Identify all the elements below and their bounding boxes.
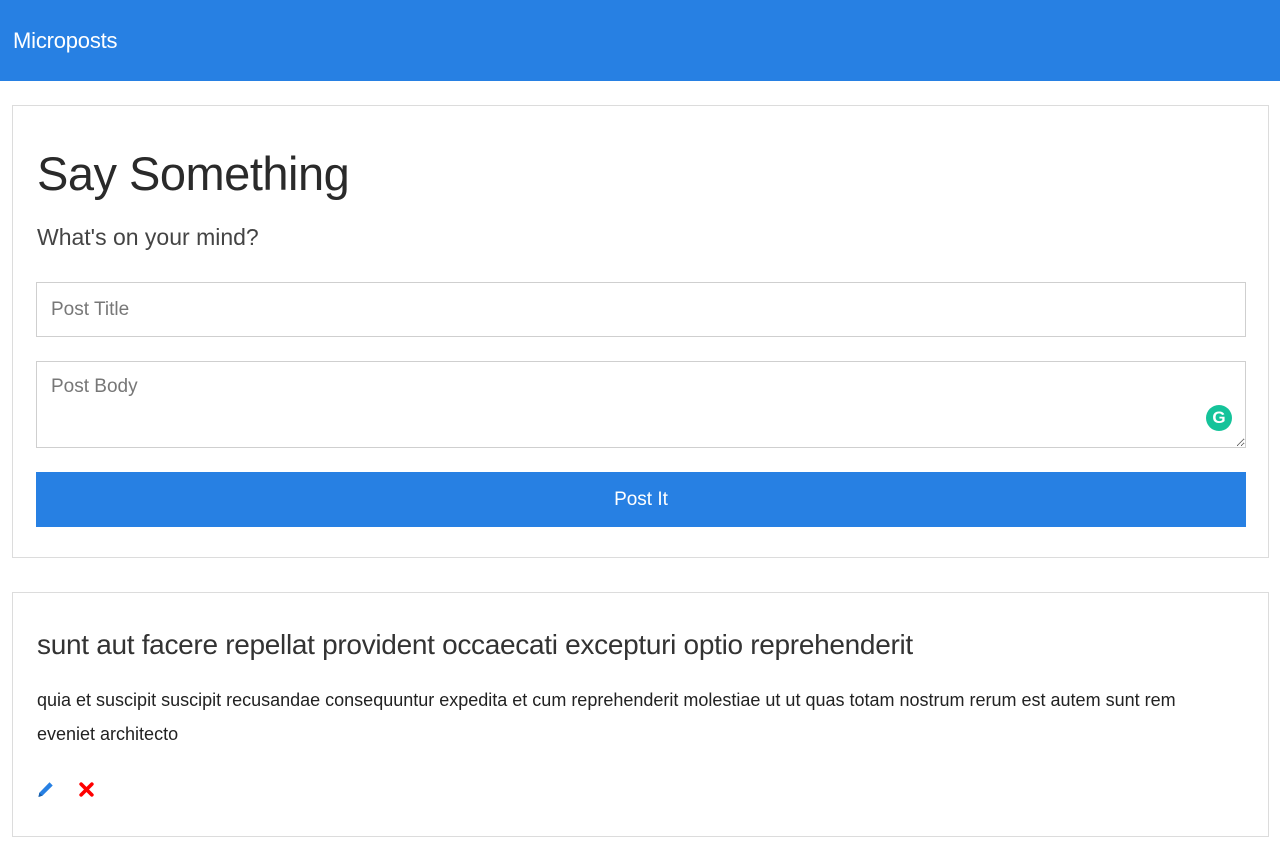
brand-link[interactable]: Microposts bbox=[13, 28, 118, 54]
form-subheading: What's on your mind? bbox=[37, 224, 259, 250]
edit-post-button[interactable] bbox=[35, 779, 55, 799]
post-it-button[interactable]: Post It bbox=[36, 472, 1246, 527]
delete-post-button[interactable] bbox=[76, 779, 96, 799]
post-card: sunt aut facere repellat provident occae… bbox=[12, 592, 1269, 837]
post-title: sunt aut facere repellat provident occae… bbox=[37, 629, 913, 660]
navbar: Microposts bbox=[0, 0, 1280, 81]
post-form-card: Say Something What's on your mind? G Pos… bbox=[12, 105, 1269, 558]
post-body: quia et suscipit suscipit recusandae con… bbox=[37, 690, 1176, 744]
grammarly-icon[interactable]: G bbox=[1206, 405, 1232, 431]
post-body-textarea[interactable] bbox=[36, 361, 1246, 448]
form-heading: Say Something bbox=[37, 147, 350, 200]
pencil-icon bbox=[37, 781, 53, 797]
post-title-input[interactable] bbox=[36, 282, 1246, 337]
remove-icon bbox=[78, 781, 94, 797]
